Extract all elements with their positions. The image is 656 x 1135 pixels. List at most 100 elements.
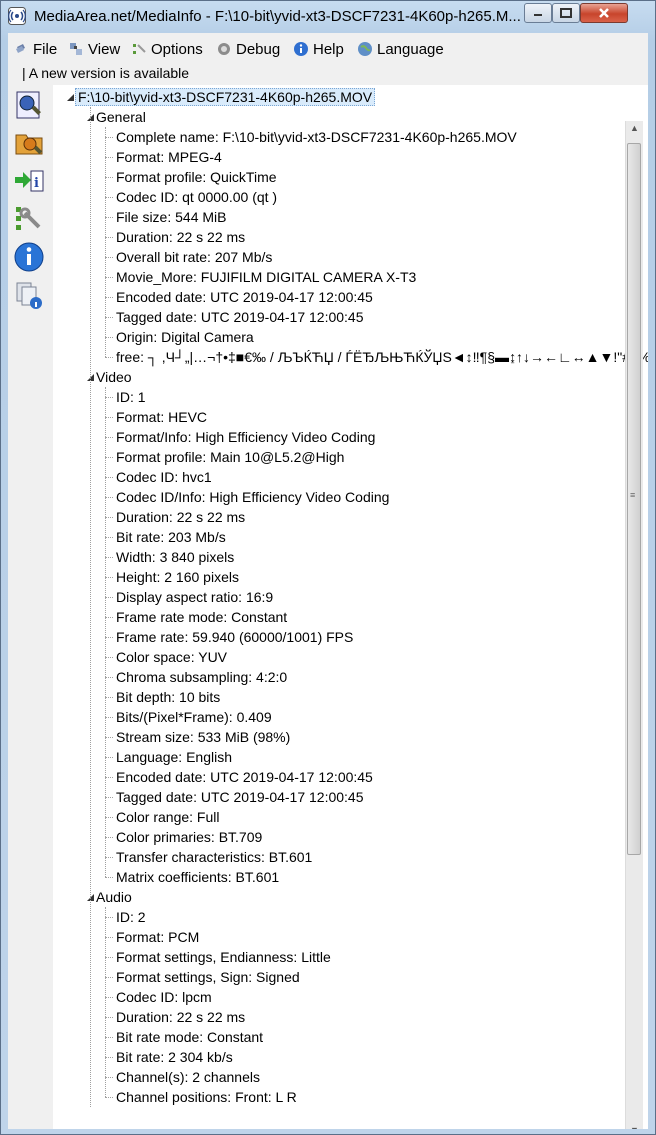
tree-item[interactable]: Encoded date: UTC 2019-04-17 12:00:45	[116, 767, 373, 787]
tree-item[interactable]: Codec ID: lpcm	[116, 987, 212, 1007]
window-title: MediaArea.net/MediaInfo - F:\10-bit\yvid…	[34, 8, 521, 25]
tree-item-text: Duration: 22 s 22 ms	[116, 509, 246, 525]
tree-section-general[interactable]: General	[96, 107, 146, 127]
tree-item-text: Complete name: F:\10-bit\yvid-xt3-DSCF72…	[116, 129, 517, 145]
tree-item[interactable]: Movie_More: FUJIFILM DIGITAL CAMERA X-T3	[116, 267, 416, 287]
tree-item[interactable]: Format settings, Endianness: Little	[116, 947, 331, 967]
info-tree[interactable]: F:\10-bit\yvid-xt3-DSCF7231-4K60p-h265.M…	[53, 85, 648, 1129]
tree-item[interactable]: Codec ID/Info: High Efficiency Video Cod…	[116, 487, 389, 507]
tree-item[interactable]: Format: HEVC	[116, 407, 207, 427]
tree-root-node[interactable]: F:\10-bit\yvid-xt3-DSCF7231-4K60p-h265.M…	[75, 87, 376, 107]
vertical-scrollbar[interactable]: ▲ ≡ ▼	[625, 121, 643, 1129]
tree-item[interactable]: Duration: 22 s 22 ms	[116, 1007, 245, 1027]
tree-item-text: Overall bit rate: 207 Mb/s	[116, 249, 273, 265]
tree-item-text: Format settings, Sign: Signed	[116, 969, 300, 985]
tree-item[interactable]: Codec ID: qt 0000.00 (qt )	[116, 187, 277, 207]
tree-item[interactable]: Display aspect ratio: 16:9	[116, 587, 273, 607]
tree-section-audio[interactable]: Audio	[96, 887, 132, 907]
tree-item[interactable]: Chroma subsampling: 4:2:0	[116, 667, 287, 687]
tree-item[interactable]: Bit rate: 2 304 kb/s	[116, 1047, 233, 1067]
tree-item[interactable]: Stream size: 533 MiB (98%)	[116, 727, 290, 747]
about-icon[interactable]	[13, 241, 45, 273]
tree-section-video[interactable]: Video	[96, 367, 132, 387]
tree-item-text: Frame rate mode: Constant	[116, 609, 288, 625]
tree-item[interactable]: Color range: Full	[116, 807, 220, 827]
vertical-scroll-thumb[interactable]: ≡	[627, 143, 641, 855]
tree-item[interactable]: Color space: YUV	[116, 647, 227, 667]
title-bar[interactable]: MediaArea.net/MediaInfo - F:\10-bit\yvid…	[1, 1, 655, 33]
tree-connector	[105, 957, 113, 958]
tree-item[interactable]: Transfer characteristics: BT.601	[116, 847, 312, 867]
open-file-icon[interactable]	[13, 89, 45, 121]
language-icon	[358, 42, 372, 56]
tree-item[interactable]: Duration: 22 s 22 ms	[116, 507, 245, 527]
tree-section-label: General	[96, 109, 146, 125]
scroll-up-arrow-icon[interactable]: ▲	[626, 123, 643, 133]
tree-connector	[105, 717, 113, 718]
tree-item[interactable]: Bit rate: 203 Mb/s	[116, 527, 226, 547]
tree-connector	[105, 797, 113, 798]
tree-item[interactable]: Color primaries: BT.709	[116, 827, 262, 847]
open-folder-icon[interactable]	[13, 127, 45, 159]
update-notice[interactable]: | A new version is available	[8, 63, 648, 85]
maximize-icon	[560, 8, 572, 18]
tree-item[interactable]: Format: MPEG-4	[116, 147, 222, 167]
tree-connector	[105, 977, 113, 978]
tree-item[interactable]: Frame rate mode: Constant	[116, 607, 287, 627]
tree-connector	[105, 177, 113, 178]
tree-item[interactable]: Format: PCM	[116, 927, 199, 947]
menu-options[interactable]: Options	[131, 38, 203, 60]
tree-item[interactable]: Format profile: QuickTime	[116, 167, 277, 187]
tree-item-text: Bit rate: 2 304 kb/s	[116, 1049, 233, 1065]
tree-item[interactable]: Overall bit rate: 207 Mb/s	[116, 247, 272, 267]
tree-item[interactable]: Format profile: Main 10@L5.2@High	[116, 447, 344, 467]
tree-item[interactable]: Encoded date: UTC 2019-04-17 12:00:45	[116, 287, 373, 307]
tree-item[interactable]: Language: English	[116, 747, 232, 767]
tree-guide-line	[105, 907, 106, 1097]
preferences-icon[interactable]	[13, 203, 45, 235]
tree-item[interactable]: Width: 3 840 pixels	[116, 547, 234, 567]
mediainfo-app-icon	[8, 7, 26, 25]
tree-connector	[105, 537, 113, 538]
tree-item[interactable]: Origin: Digital Camera	[116, 327, 254, 347]
close-button[interactable]	[580, 3, 628, 23]
tree-item[interactable]: File size: 544 MiB	[116, 207, 226, 227]
tree-connector	[105, 417, 113, 418]
tree-item[interactable]: Duration: 22 s 22 ms	[116, 227, 245, 247]
maximize-button[interactable]	[552, 3, 580, 23]
tree-item[interactable]: Frame rate: 59.940 (60000/1001) FPS	[116, 627, 353, 647]
knowledge-base-icon[interactable]	[13, 279, 45, 311]
tree-item[interactable]: Format/Info: High Efficiency Video Codin…	[116, 427, 375, 447]
tree-connector	[105, 1057, 113, 1058]
tree-item[interactable]: Format settings, Sign: Signed	[116, 967, 300, 987]
root-collapse-icon[interactable]	[66, 93, 75, 102]
menu-help-label: Help	[313, 40, 344, 58]
export-icon[interactable]: i	[13, 165, 45, 197]
tree-item[interactable]: Complete name: F:\10-bit\yvid-xt3-DSCF72…	[116, 127, 517, 147]
menu-help[interactable]: Help	[293, 38, 344, 60]
menu-debug[interactable]: Debug	[216, 38, 280, 60]
tree-item[interactable]: Tagged date: UTC 2019-04-17 12:00:45	[116, 787, 364, 807]
tree-item[interactable]: ID: 1	[116, 387, 146, 407]
tree-connector	[105, 657, 113, 658]
tree-item[interactable]: Matrix coefficients: BT.601	[116, 867, 279, 887]
tree-item[interactable]: free: ┐ ,Ч┘„|…¬†•‡■€‰ / ЉЪЌЋЏ / ЃЁЂЉЊЋЌЎ…	[116, 347, 648, 367]
menu-view[interactable]: View	[68, 38, 120, 60]
minimize-button[interactable]	[524, 3, 552, 23]
scroll-down-arrow-icon[interactable]: ▼	[626, 1125, 643, 1129]
menu-language[interactable]: Language	[357, 38, 444, 60]
tree-item[interactable]: Bits/(Pixel*Frame): 0.409	[116, 707, 272, 727]
tree-item[interactable]: ID: 2	[116, 907, 146, 927]
tree-item-text: Format profile: QuickTime	[116, 169, 277, 185]
tree-item[interactable]: Channel(s): 2 channels	[116, 1067, 260, 1087]
tree-connector	[105, 517, 113, 518]
tree-item-text: Transfer characteristics: BT.601	[116, 849, 313, 865]
tree-item[interactable]: Bit depth: 10 bits	[116, 687, 220, 707]
menu-file-label: File	[33, 40, 58, 58]
menu-file[interactable]: File	[13, 38, 57, 60]
tree-item[interactable]: Channel positions: Front: L R	[116, 1087, 297, 1107]
tree-item[interactable]: Height: 2 160 pixels	[116, 567, 239, 587]
tree-item[interactable]: Tagged date: UTC 2019-04-17 12:00:45	[116, 307, 364, 327]
tree-item[interactable]: Bit rate mode: Constant	[116, 1027, 263, 1047]
tree-item[interactable]: Codec ID: hvc1	[116, 467, 212, 487]
